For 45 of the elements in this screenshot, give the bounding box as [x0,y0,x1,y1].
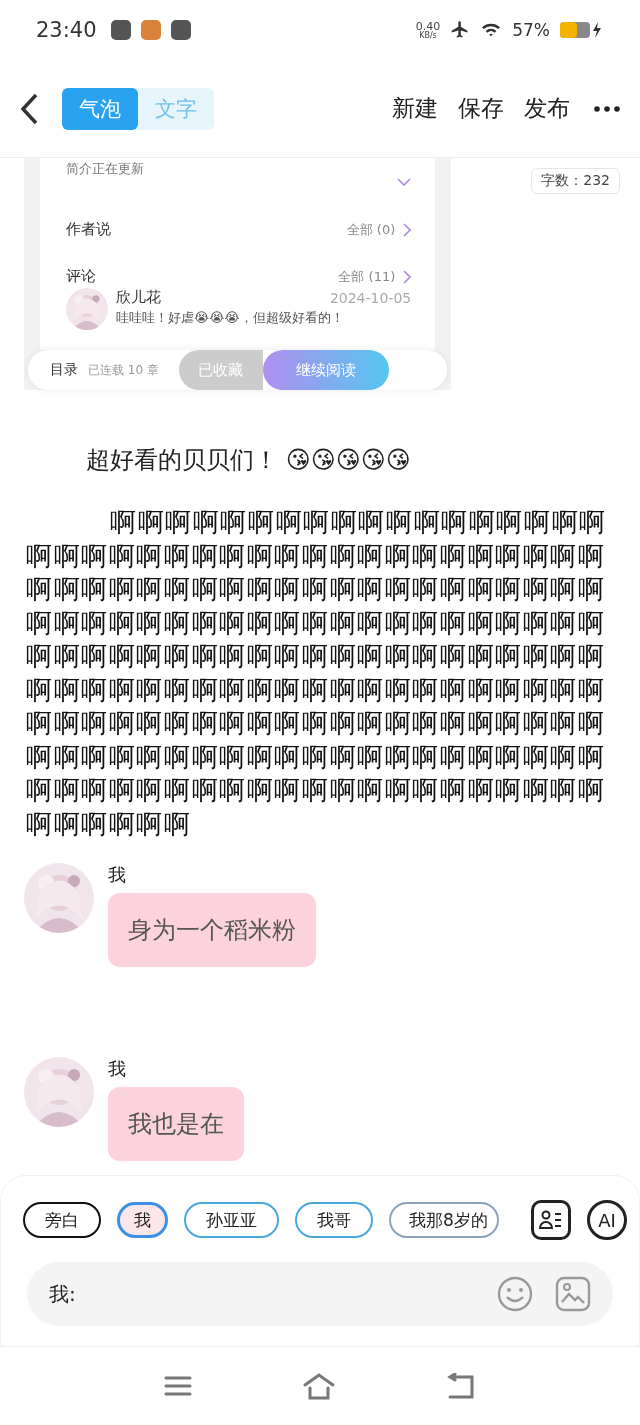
comments-count: 全部 (11) [338,267,396,286]
message-bubble[interactable]: 身为一个稻米粉 [108,893,316,967]
status-time: 23:40 [36,18,97,42]
chevron-down-icon [397,178,412,186]
character-chip[interactable]: 旁白 [23,1202,101,1238]
comment-text: 哇哇哇！好虐😭😭😭，但超级好看的！ [116,309,345,327]
comment-user: 欣儿花 [116,288,161,307]
author-notes-label: 作者说 [66,220,111,239]
battery-icon [560,21,604,39]
message-field[interactable]: 我: [27,1262,613,1326]
wifi-icon [480,21,503,39]
body-paragraph: 啊啊啊啊啊啊啊啊啊啊啊啊啊啊啊啊啊啊啊啊啊啊啊啊啊啊啊啊啊啊啊啊啊啊啊啊啊啊啊啊啊啊啊啊啊啊啊啊啊啊啊啊啊啊啊啊啊啊啊啊啊啊啊啊啊啊啊啊啊啊啊啊啊啊啊啊啊啊啊啊啊啊啊啊啊啊啊啊啊啊啊啊啊啊啊啊啊啊啊啊啊啊啊啊啊啊啊啊啊啊啊啊啊啊啊啊啊啊啊啊啊啊啊啊啊啊啊啊啊啊啊啊啊啊啊啊啊啊啊啊啊啊啊啊啊啊啊啊啊啊啊啊啊啊啊啊啊啊啊啊啊啊啊啊啊啊啊啊啊啊啊啊啊啊啊啊啊啊啊啊啊啊啊啊啊啊啊啊啊啊啊啊 [26,506,608,841]
comment-date: 2024-10-05 [329,289,412,306]
image-icon[interactable] [555,1276,591,1312]
home-icon[interactable] [302,1372,336,1400]
intro-text: 简介正在更新 [66,160,145,178]
network-speed-unit: KB/s [419,31,437,40]
character-chip[interactable]: 我那8岁的 [389,1202,499,1238]
word-count: 字数：232 [531,168,620,194]
chevron-right-icon [403,222,412,237]
toolbar-action[interactable]: 发布 [524,93,570,124]
speaker-name: 我 [108,863,127,887]
menu-icon[interactable] [164,1375,192,1397]
message-bubble[interactable]: 我也是在 [108,1087,244,1161]
airplane-icon [450,20,471,40]
heading-text: 超好看的贝贝们！ 😘😘😘😘😘 [85,445,412,476]
comments-label: 评论 [66,267,96,286]
contact-card-icon[interactable] [531,1200,571,1240]
toolbar-action[interactable]: 新建 [392,93,438,124]
emoji-icon[interactable] [497,1276,533,1312]
chapter-count: 已连载 10 章 [88,361,159,379]
toolbar-action[interactable]: 保存 [458,93,504,124]
message-input[interactable]: 我: [47,1281,475,1307]
ai-button[interactable]: AI [587,1200,627,1240]
character-chip[interactable]: 孙亚亚 [184,1202,279,1238]
more-icon[interactable] [594,105,620,112]
back-icon[interactable] [446,1373,476,1399]
author-notes-count: 全部 (0) [346,220,396,239]
speaker-name: 我 [108,1057,127,1081]
character-chip[interactable]: 我 [117,1202,168,1238]
battery-percent: 57% [512,20,550,40]
network-speed: 0.40 [415,20,441,32]
back-button[interactable] [18,91,40,126]
chevron-right-icon [403,269,412,284]
character-chip[interactable]: 我哥 [295,1202,373,1238]
